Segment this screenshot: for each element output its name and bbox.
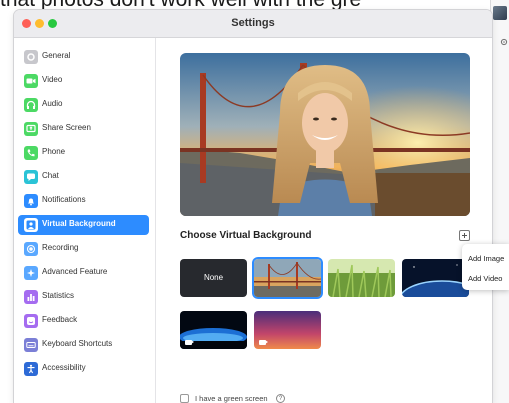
sidebar-item-label: Feedback bbox=[42, 315, 78, 324]
none-label: None bbox=[203, 273, 224, 282]
help-icon[interactable]: ? bbox=[276, 394, 285, 403]
sidebar-item-label: Chat bbox=[42, 171, 59, 180]
virtual-background-panel: Choose Virtual Background None I have a … bbox=[157, 38, 492, 403]
background-app-edge bbox=[490, 0, 509, 403]
sidebar-item-phone[interactable]: Phone bbox=[18, 143, 149, 163]
background-option-golden-gate[interactable] bbox=[254, 259, 321, 297]
bell-icon bbox=[24, 194, 38, 208]
sidebar-item-label: Keyboard Shortcuts bbox=[42, 339, 113, 348]
sidebar-item-label: Virtual Background bbox=[42, 219, 116, 228]
sidebar-item-chat[interactable]: Chat bbox=[18, 167, 149, 187]
sidebar-item-share-screen[interactable]: Share Screen bbox=[18, 119, 149, 139]
sidebar-item-label: Share Screen bbox=[42, 123, 91, 132]
gear-icon bbox=[24, 50, 38, 64]
gear-icon[interactable] bbox=[500, 38, 508, 46]
add-video-menu-item[interactable]: Add Video bbox=[468, 274, 502, 283]
sidebar-item-general[interactable]: General bbox=[18, 47, 149, 67]
thumbnail-icon bbox=[493, 6, 507, 20]
video-badge-icon bbox=[259, 340, 268, 345]
bar-chart-icon bbox=[24, 290, 38, 304]
add-background-menu: Add Image Add Video bbox=[462, 244, 509, 290]
sidebar-item-label: Statistics bbox=[42, 291, 75, 300]
sidebar-item-keyboard-shortcuts[interactable]: Keyboard Shortcuts bbox=[18, 335, 149, 355]
sidebar-item-virtual-background[interactable]: Virtual Background bbox=[18, 215, 149, 235]
background-option-earth[interactable] bbox=[402, 259, 469, 297]
sidebar-item-accessibility[interactable]: Accessibility bbox=[18, 359, 149, 379]
window-title: Settings bbox=[231, 17, 275, 29]
person-background-icon bbox=[24, 218, 38, 232]
sidebar-item-label: Notifications bbox=[42, 195, 86, 204]
sidebar-item-feedback[interactable]: Feedback bbox=[18, 311, 149, 331]
chat-bubble-icon bbox=[24, 170, 38, 184]
smiley-icon bbox=[24, 314, 38, 328]
add-background-button[interactable] bbox=[459, 230, 470, 241]
sidebar-item-label: General bbox=[42, 51, 71, 60]
keyboard-icon bbox=[24, 338, 38, 352]
settings-sidebar: General Video Audio Share Screen Phone C… bbox=[14, 38, 156, 403]
sidebar-item-advanced-feature[interactable]: Advanced Feature bbox=[18, 263, 149, 283]
record-icon bbox=[24, 242, 38, 256]
section-title: Choose Virtual Background bbox=[180, 230, 312, 241]
settings-window: Settings General Video Audio Share Scree… bbox=[14, 10, 492, 403]
sidebar-item-recording[interactable]: Recording bbox=[18, 239, 149, 259]
video-badge-icon bbox=[185, 340, 194, 345]
sidebar-item-label: Advanced Feature bbox=[42, 267, 108, 276]
sidebar-item-label: Accessibility bbox=[42, 363, 86, 372]
green-screen-checkbox[interactable] bbox=[180, 394, 189, 403]
sidebar-item-label: Audio bbox=[42, 99, 63, 108]
sparkle-icon bbox=[24, 266, 38, 280]
add-image-menu-item[interactable]: Add Image bbox=[468, 254, 504, 263]
screenshot: that photos don't work well with the gre… bbox=[0, 0, 509, 403]
sidebar-item-label: Recording bbox=[42, 243, 79, 252]
share-screen-icon bbox=[24, 122, 38, 136]
accessibility-icon bbox=[24, 362, 38, 376]
camera-preview bbox=[180, 53, 470, 216]
sidebar-item-label: Phone bbox=[42, 147, 66, 156]
sidebar-item-video[interactable]: Video bbox=[18, 71, 149, 91]
sidebar-item-notifications[interactable]: Notifications bbox=[18, 191, 149, 211]
video-camera-icon bbox=[24, 74, 38, 88]
headphones-icon bbox=[24, 98, 38, 112]
sidebar-item-statistics[interactable]: Statistics bbox=[18, 287, 149, 307]
sidebar-item-label: Video bbox=[42, 75, 63, 84]
title-bar: Settings bbox=[14, 10, 492, 38]
green-screen-label: I have a green screen bbox=[195, 394, 268, 403]
background-option-grass[interactable] bbox=[328, 259, 395, 297]
background-option-none[interactable]: None bbox=[180, 259, 247, 297]
sidebar-item-audio[interactable]: Audio bbox=[18, 95, 149, 115]
phone-icon bbox=[24, 146, 38, 160]
